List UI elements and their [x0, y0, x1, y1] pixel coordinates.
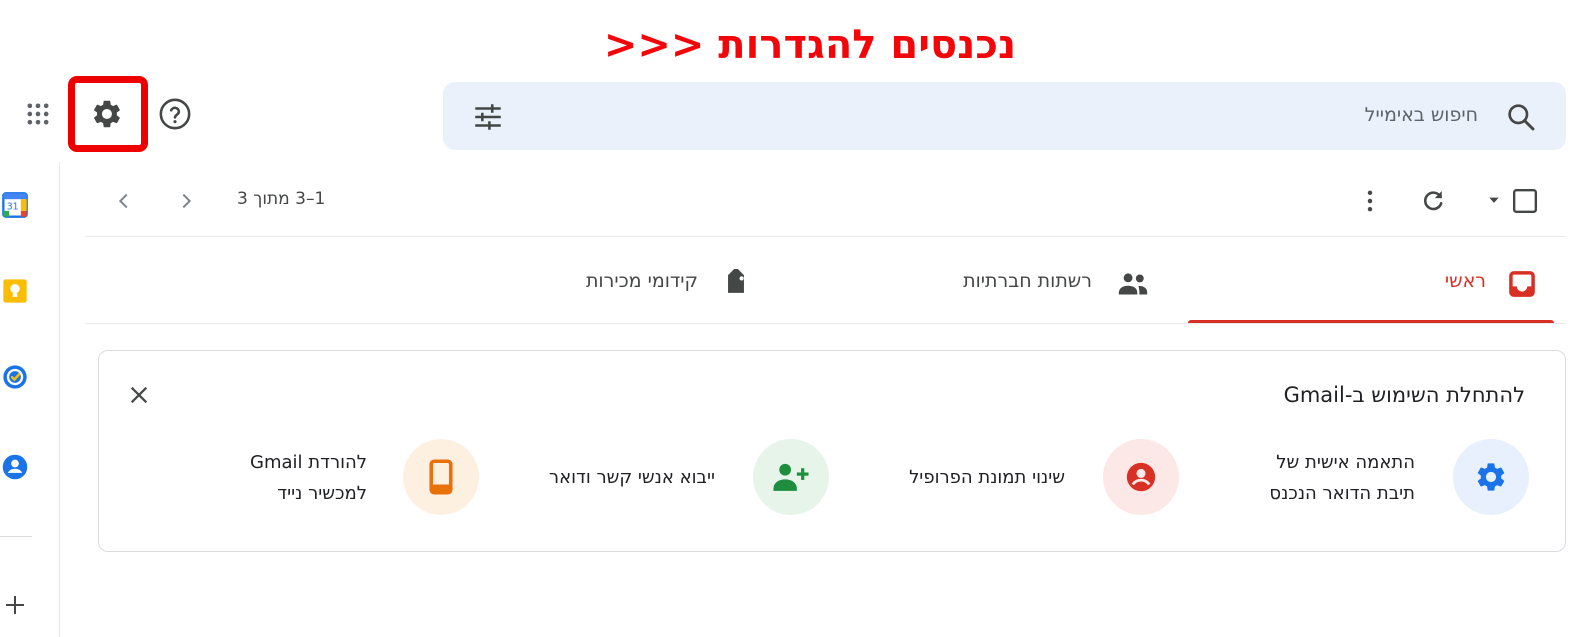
get-addons-button[interactable] [0, 590, 30, 620]
keep-icon [3, 279, 27, 303]
person-add-icon [773, 463, 809, 491]
chevron-left-icon [118, 193, 128, 209]
pagination-text: 1–3 מתוך 3 [237, 189, 326, 209]
apps-button[interactable] [18, 94, 58, 134]
gear-icon [1477, 463, 1505, 491]
help-icon [159, 98, 191, 130]
tab-primary-label: ראשי [1444, 270, 1486, 292]
calendar-app-button[interactable]: 31 [0, 190, 30, 220]
get-mobile-label: להורדת Gmail למכשיר נייד [250, 452, 367, 504]
select-dropdown-button[interactable] [1484, 190, 1504, 210]
import-contacts-label: ייבוא אנשי קשר ודואר [548, 467, 715, 488]
toolbar-divider [85, 236, 1566, 237]
svg-text:31: 31 [7, 202, 19, 213]
help-button[interactable] [154, 93, 196, 135]
annotation-text: נכנסים להגדרות <<< [603, 22, 1017, 68]
search-bar[interactable]: חיפוש באימייל [443, 82, 1566, 150]
tasks-app-button[interactable] [0, 362, 30, 392]
tab-social[interactable]: רשתות חברתיות [820, 258, 1186, 324]
caret-down-icon [1489, 197, 1499, 203]
close-icon [130, 386, 148, 404]
chevron-right-icon [182, 193, 192, 209]
tab-promotions-label: קידומי מכירות [585, 270, 698, 292]
side-panel-divider [0, 536, 32, 537]
search-button[interactable] [1500, 96, 1542, 138]
more-options-button[interactable] [1352, 182, 1388, 220]
tabs-divider [85, 323, 1566, 324]
account-circle-icon [1126, 462, 1156, 492]
tune-icon [475, 104, 501, 130]
plus-icon [6, 596, 24, 614]
older-page-button[interactable] [108, 186, 140, 216]
keep-app-button[interactable] [0, 276, 30, 306]
people-icon [1114, 266, 1152, 302]
tab-social-label: רשתות חברתיות [963, 270, 1092, 292]
tab-primary[interactable]: ראשי [1188, 258, 1554, 324]
get-mobile-icon-circle [403, 439, 479, 515]
search-icon [1508, 104, 1535, 131]
tasks-icon [3, 365, 27, 389]
refresh-icon [1423, 191, 1443, 211]
refresh-button[interactable] [1414, 182, 1452, 220]
more-vert-icon [1367, 190, 1373, 212]
change-profile-label: שינוי תמונת הפרופיל [909, 467, 1065, 488]
gear-icon [94, 100, 120, 128]
search-input[interactable]: חיפוש באימייל [1365, 104, 1478, 126]
getting-started-title: להתחלת השימוש ב-Gmail [1283, 383, 1525, 407]
settings-button[interactable] [84, 91, 130, 137]
dismiss-card-button[interactable] [121, 377, 157, 413]
calendar-icon: 31 [2, 192, 28, 218]
side-panel: 31 [0, 162, 60, 637]
contacts-app-button[interactable] [0, 452, 30, 482]
newer-page-button[interactable] [170, 186, 202, 216]
apps-grid-icon [27, 103, 49, 125]
change-profile-icon-circle [1103, 439, 1179, 515]
contacts-icon [2, 454, 28, 480]
search-options-button[interactable] [467, 96, 509, 138]
customize-inbox-label: התאמה אישית של תיבת הדואר הנכנס [1269, 452, 1415, 504]
tag-icon [718, 266, 754, 302]
inbox-icon [1504, 266, 1540, 302]
tab-promotions[interactable]: קידומי מכירות [450, 258, 816, 324]
smartphone-icon [429, 459, 453, 495]
customize-inbox-icon-circle [1453, 439, 1529, 515]
select-all-checkbox[interactable] [1508, 184, 1542, 218]
import-contacts-icon-circle [753, 439, 829, 515]
getting-started-card: להתחלת השימוש ב-Gmail התאמה אישית של תיב… [98, 350, 1566, 552]
checkbox-icon [1512, 188, 1538, 214]
